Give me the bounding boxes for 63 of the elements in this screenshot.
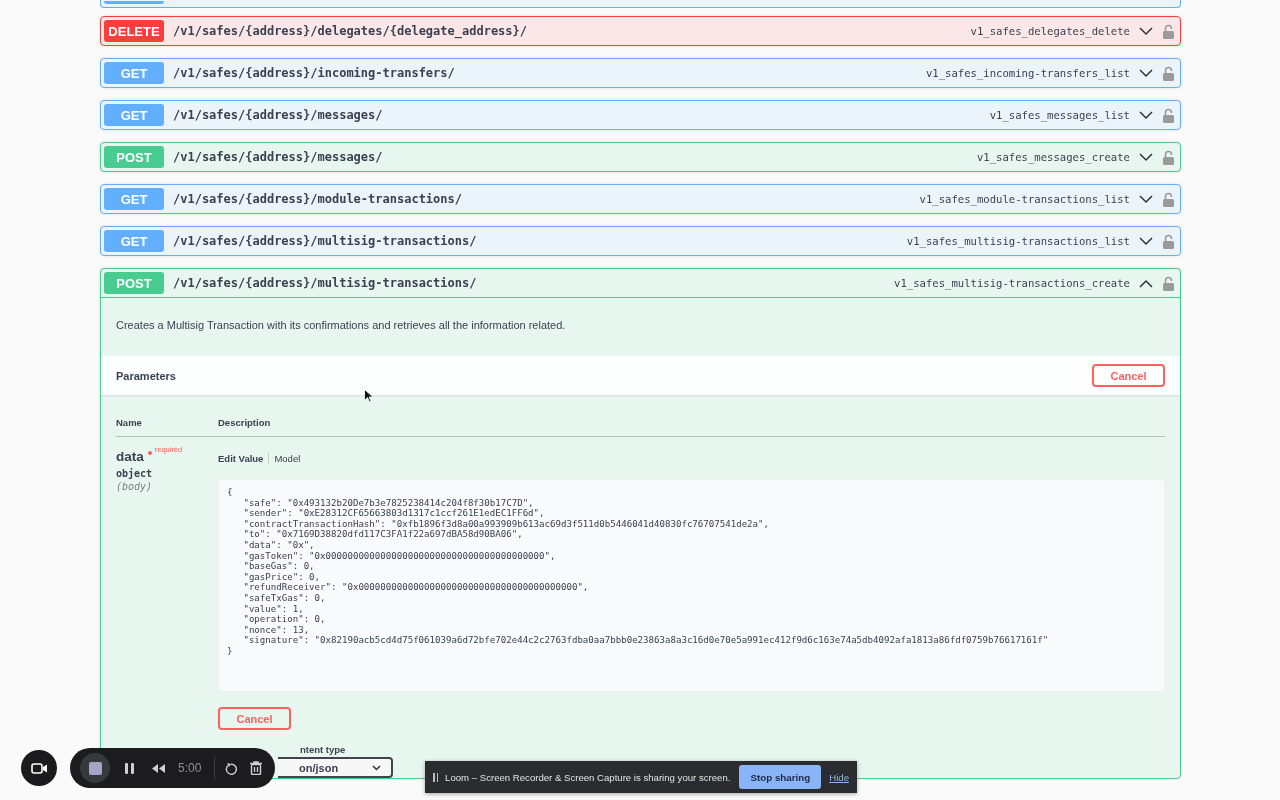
method-badge: POST — [104, 272, 164, 294]
restart-icon[interactable] — [225, 761, 238, 775]
operation-header[interactable]: POST /v1/safes/{address}/messages/ v1_safes_messages_create — [101, 143, 1180, 171]
parameter-name: data — [116, 449, 144, 464]
operation-id: v1_safes_delegates_delete — [970, 25, 1130, 37]
column-header: Description — [218, 417, 271, 428]
operation-id: v1_safes_incoming-transfers_list — [925, 67, 1130, 79]
chevron-down-icon[interactable] — [1139, 110, 1153, 120]
method-badge: GET — [104, 104, 164, 126]
recording-timer: 5:00 — [178, 761, 202, 775]
video-camera-icon — [30, 762, 48, 774]
pause-icon — [433, 772, 439, 782]
chevron-down-icon — [372, 764, 381, 771]
operation-header[interactable]: GET /v1/safes/{address}/module-transactions/ v1_safes_module-transactions_list — [101, 185, 1180, 213]
tab[interactable]: Model — [274, 453, 301, 464]
camera-button[interactable] — [21, 750, 57, 786]
parameter-type: object — [116, 468, 154, 479]
stop-icon — [88, 761, 102, 775]
rewind-icon[interactable] — [152, 763, 165, 773]
operation-header[interactable]: GET /v1/safes/{address}/multisig-transactions/ v1_safes_multisig-transactions_list — [101, 227, 1180, 255]
chevron-down-icon[interactable] — [1139, 194, 1153, 204]
hide-link[interactable]: Hide — [829, 771, 849, 783]
operation-id: v1_safes_messages_list — [989, 109, 1130, 121]
operation-header[interactable]: POST /v1/safes/{address}/multisig-transactions/ v1_safes_multisig-transactions_create — [101, 269, 1180, 298]
endpoint-path: /v1/safes/{address}/multisig-transactions/ — [173, 276, 478, 290]
operation-id: v1_safes_multisig-transactions_list — [906, 235, 1130, 247]
content-type-label: ntent type — [300, 744, 347, 755]
stop-sharing-button[interactable]: Stop sharing — [739, 765, 822, 789]
parameter-location: (body) — [116, 481, 154, 492]
method-badge: GET — [104, 188, 164, 210]
operation-id: v1_safes_multisig-transactions_create — [894, 277, 1130, 289]
endpoint-path: /v1/safes/{address}/messages/ — [173, 150, 384, 164]
parameters-title: Parameters — [116, 369, 176, 382]
method-badge — [104, 1, 164, 4]
chevron-down-icon[interactable] — [1139, 26, 1153, 36]
method-badge: GET — [104, 230, 164, 252]
method-badge: POST — [104, 146, 164, 168]
trash-icon[interactable] — [250, 761, 263, 775]
sharing-message: Loom – Screen Recorder & Screen Capture is sharing your screen. — [445, 771, 731, 783]
method-badge: DELETE — [104, 20, 164, 42]
json-editor-field[interactable]: { "safe": "0x493132b20De7b3e7825238414c204f8f30b17C7D", "sender": "0xE28312CF65663803d1317c1ccf261E1edEC1FF6d", "contractTransactionHash": "0xfb1896f3d8a00a993909b613ac69d3f511d0b5446041d40830fc76707541de2a", "to": "0x7169D38820dfd117C3FA1f22a697dBA58d90BA06", "data": "0x", "gasToken": "0x0000000000000000000000000000000000000000", "baseGas": 0, "gasPrice": 0, "refundReceiver": "0x0000000000000000000000000000000000000000", "safeTxGas": 0, "value": 1, "operation": 0, "nonce": 13, "signature": "0x82190acb5cd4d75f061039a6d72bfe702e44c2c2763fdba0aa7bbb0e23863a8a3c16d0e70e5a991ec412f9d6c163e74a5db4092afa1813a86fdf0759b76617161f" } — [218, 479, 1165, 692]
endpoint-path: /v1/safes/{address}/messages/ — [173, 108, 384, 122]
pause-icon[interactable] — [125, 762, 134, 774]
operation-id: v1_safes_module-transactions_list — [919, 193, 1130, 205]
content-type-select[interactable]: on/json — [278, 757, 393, 778]
endpoint-path: /v1/safes/{address}/incoming-transfers/ — [173, 66, 456, 80]
operation-header[interactable]: GET /v1/safes/{address}/messages/ v1_safes_messages_list — [101, 101, 1180, 129]
tab[interactable]: Edit Value — [218, 453, 264, 464]
required-dot-icon — [147, 451, 152, 455]
stop-button[interactable] — [80, 753, 110, 783]
endpoint-path: /v1/safes/{address}/multisig-transactions/ — [173, 234, 478, 248]
method-badge: GET — [104, 62, 164, 84]
chevron-down-icon[interactable] — [1139, 236, 1153, 246]
chevron-up-icon[interactable] — [1139, 278, 1153, 288]
endpoint-path: /v1/safes/{address}/module-transactions/ — [173, 192, 463, 206]
endpoint-path: /v1/safes/{address}/delegates/{delegate_address}/ — [173, 24, 528, 38]
operation-description: Creates a Multisig Transaction with its confirmations and retrieves all the information related. — [115, 318, 567, 333]
operation-id: v1_safes_messages_create — [976, 151, 1130, 163]
column-header: Name — [116, 417, 143, 428]
operation-header[interactable]: GET /v1/safes/{address}/incoming-transfers/ v1_safes_incoming-transfers_list — [101, 59, 1180, 87]
chevron-down-icon[interactable] — [1139, 152, 1153, 162]
chevron-down-icon[interactable] — [1139, 68, 1153, 78]
operation-header[interactable]: DELETE /v1/safes/{address}/delegates/{delegate_address}/ v1_safes_delegates_delete — [101, 17, 1180, 45]
